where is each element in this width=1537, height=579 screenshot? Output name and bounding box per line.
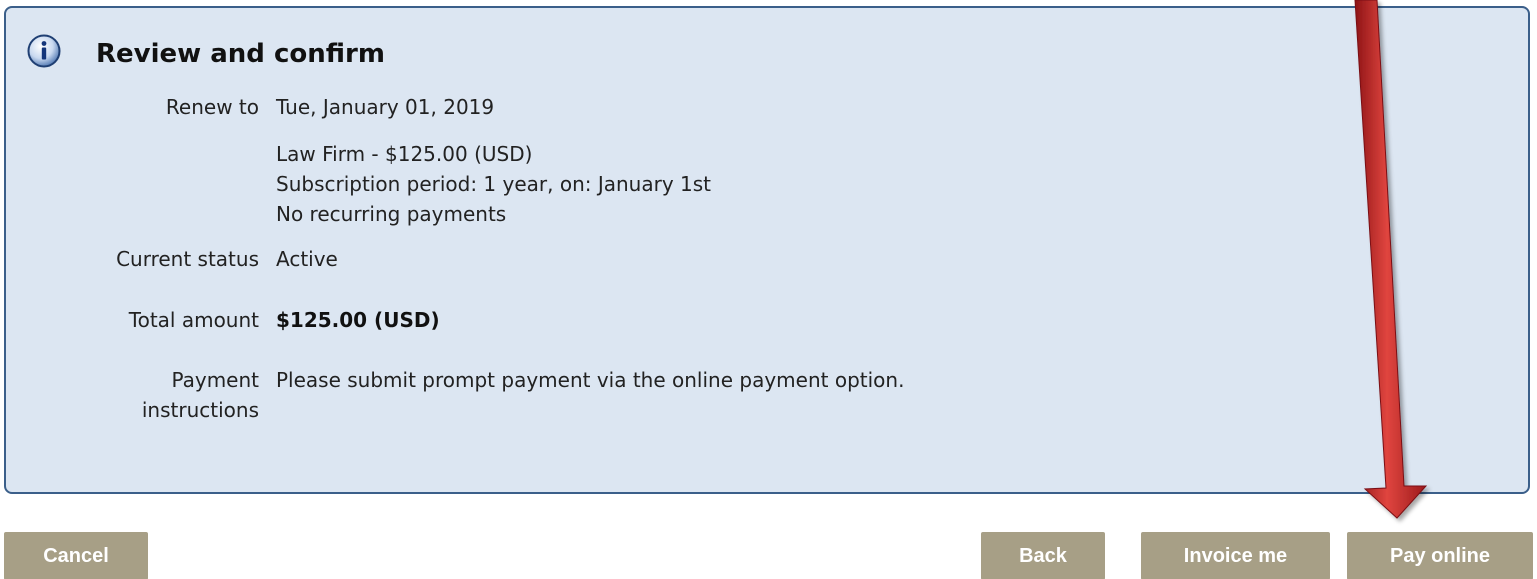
payment-instructions-value: Please submit prompt payment via the onl…: [276, 368, 905, 392]
total-amount-label: Total amount: [128, 308, 259, 332]
back-button[interactable]: Back: [981, 532, 1105, 579]
panel-title: Review and confirm: [96, 39, 385, 69]
membership-level-line: Law Firm - $125.00 (USD): [276, 142, 533, 166]
total-amount-value: $125.00 (USD): [276, 308, 440, 332]
page: Review and confirm Renew to Tue, January…: [0, 0, 1537, 579]
current-status-label: Current status: [116, 247, 259, 271]
recurring-payments-line: No recurring payments: [276, 202, 507, 226]
payment-instructions-label-line2: instructions: [141, 398, 259, 422]
invoice-me-button[interactable]: Invoice me: [1141, 532, 1330, 579]
info-icon: [27, 34, 61, 68]
renew-to-value: Tue, January 01, 2019: [276, 95, 495, 119]
pay-online-button[interactable]: Pay online: [1347, 532, 1533, 579]
cancel-button[interactable]: Cancel: [4, 532, 148, 579]
current-status-value: Active: [276, 247, 338, 271]
subscription-period-line: Subscription period: 1 year, on: January…: [276, 172, 712, 196]
renew-to-label: Renew to: [165, 95, 259, 119]
payment-instructions-label-line1: Payment: [171, 368, 259, 392]
